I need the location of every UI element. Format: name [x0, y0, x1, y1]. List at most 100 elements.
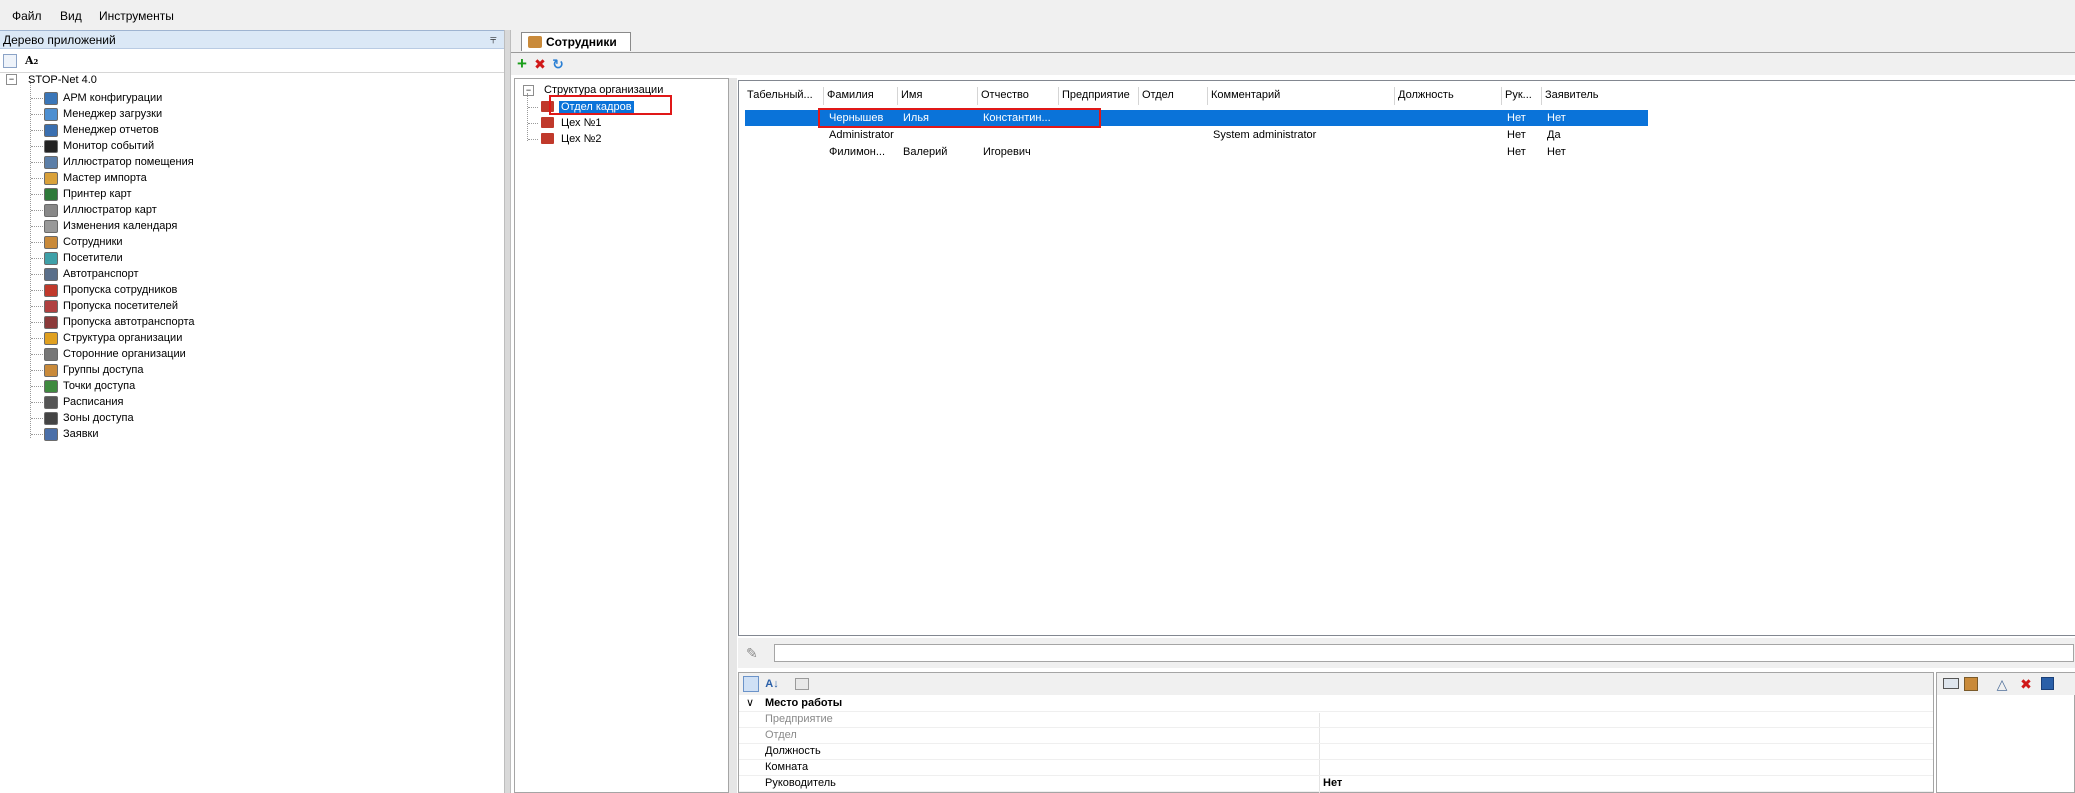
org-tree-item-label: Цех №2: [561, 132, 602, 145]
org-splitter[interactable]: [729, 78, 737, 793]
tree-item-label: Изменения календаря: [63, 220, 178, 232]
property-pages-icon[interactable]: [795, 678, 809, 690]
refresh-icon[interactable]: ↻: [551, 57, 565, 71]
column-separator[interactable]: [1541, 87, 1542, 105]
tree-item-label: Иллюстратор карт: [63, 204, 157, 216]
collapse-org-icon[interactable]: −: [523, 85, 534, 96]
panel-splitter[interactable]: [504, 30, 511, 793]
delete-icon[interactable]: ✖: [533, 57, 547, 71]
card-icon[interactable]: [1943, 678, 1959, 689]
tree-item-label: Пропуска автотранспорта: [63, 316, 195, 328]
column-header[interactable]: Отдел: [1142, 89, 1208, 105]
column-separator[interactable]: [823, 87, 824, 105]
tree-item[interactable]: АРМ конфигурации: [44, 90, 162, 106]
collapse-group-icon[interactable]: ∨: [746, 696, 754, 709]
tree-line: [31, 370, 43, 371]
org-tree-item-label: Цех №1: [561, 116, 602, 129]
properties-grid: A↓ ∨ Место работы Предприятие Отдел Должно…: [738, 672, 1934, 793]
delete-photo-icon[interactable]: ✖: [2019, 677, 2033, 691]
filter-input[interactable]: [774, 644, 2074, 662]
column-separator[interactable]: [1207, 87, 1208, 105]
org-tree-item[interactable]: Цех №2: [541, 131, 604, 146]
column-separator[interactable]: [1058, 87, 1059, 105]
column-header[interactable]: Должность: [1398, 89, 1502, 105]
tree-item[interactable]: Принтер карт: [44, 186, 132, 202]
property-group[interactable]: ∨ Место работы: [739, 695, 1933, 712]
tree-item[interactable]: Посетители: [44, 250, 123, 266]
tree-item[interactable]: Точки доступа: [44, 378, 135, 394]
categorized-icon[interactable]: [743, 676, 759, 692]
tree-item[interactable]: Структура организации: [44, 330, 182, 346]
column-header[interactable]: Отчество: [981, 89, 1059, 105]
table-cell: Нет: [1507, 112, 1526, 124]
column-header[interactable]: Табельный...: [747, 89, 822, 105]
tab-employees[interactable]: Сотрудники: [521, 32, 631, 51]
column-header[interactable]: Фамилия: [827, 89, 897, 105]
tree-item[interactable]: Пропуска посетителей: [44, 298, 178, 314]
property-label: Должность: [765, 745, 821, 757]
menu-tools[interactable]: Инструменты: [99, 9, 174, 23]
column-separator[interactable]: [897, 87, 898, 105]
column-header[interactable]: Предприятие: [1062, 89, 1138, 105]
sort-alpha-button[interactable]: A₂: [25, 54, 38, 67]
tree-item[interactable]: Менеджер загрузки: [44, 106, 162, 122]
column-separator[interactable]: [1394, 87, 1395, 105]
eraser-icon[interactable]: ✎: [746, 645, 758, 662]
collapse-root-icon[interactable]: −: [6, 74, 17, 85]
tree-item[interactable]: Группы доступа: [44, 362, 143, 378]
pin-icon[interactable]: ⫧: [490, 32, 497, 47]
property-value[interactable]: Нет: [1323, 777, 1342, 789]
table-cell: Филимон...: [829, 146, 885, 158]
tree-item[interactable]: Пропуска автотранспорта: [44, 314, 195, 330]
tree-item[interactable]: Пропуска сотрудников: [44, 282, 177, 298]
scanner-icon[interactable]: △: [1995, 677, 2009, 691]
app-icon: [44, 171, 58, 185]
group-title: Место работы: [765, 697, 843, 709]
tree-item[interactable]: Мастер импорта: [44, 170, 147, 186]
highlight-box: [549, 95, 672, 115]
tree-item[interactable]: Монитор событий: [44, 138, 154, 154]
tree-item[interactable]: Заявки: [44, 426, 99, 442]
property-row[interactable]: Предприятие: [739, 711, 1933, 728]
property-row[interactable]: Отдел: [739, 727, 1933, 744]
tree-line: [31, 434, 43, 435]
tree-item[interactable]: Сотрудники: [44, 234, 123, 250]
tree-item-label: Мастер импорта: [63, 172, 147, 184]
expand-tree-icon[interactable]: [3, 54, 17, 68]
tree-item[interactable]: Иллюстратор помещения: [44, 154, 194, 170]
property-label: Предприятие: [765, 713, 833, 725]
tree-item[interactable]: Иллюстратор карт: [44, 202, 157, 218]
property-row[interactable]: Комната: [739, 759, 1933, 776]
column-separator[interactable]: [977, 87, 978, 105]
tree-item[interactable]: Изменения календаря: [44, 218, 177, 234]
menu-file[interactable]: Файл: [12, 9, 42, 23]
photo-icon[interactable]: [1964, 677, 1978, 691]
property-row[interactable]: Руководитель Нет: [739, 775, 1933, 792]
save-icon[interactable]: [2041, 677, 2054, 690]
column-header[interactable]: Комментарий: [1211, 89, 1395, 105]
table-row[interactable]: Administrator System administrator Нет Да: [745, 127, 1648, 143]
tree-item-label: Сотрудники: [63, 236, 123, 248]
property-row[interactable]: Должность: [739, 743, 1933, 760]
column-separator[interactable]: [1138, 87, 1139, 105]
tree-root[interactable]: STOP-Net 4.0: [28, 74, 97, 86]
table-cell: Валерий: [903, 146, 948, 158]
tree-item[interactable]: Менеджер отчетов: [44, 122, 159, 138]
table-row[interactable]: Филимон... Валерий Игоревич Нет Нет: [745, 144, 1648, 160]
org-tree-item[interactable]: Цех №1: [541, 115, 604, 130]
tree-line: [31, 290, 43, 291]
employees-toolbar: + ✖ ↻: [511, 53, 2075, 75]
tree-item[interactable]: Сторонние организации: [44, 346, 186, 362]
tree-item[interactable]: Расписания: [44, 394, 123, 410]
add-icon[interactable]: +: [515, 55, 529, 72]
column-header[interactable]: Рук...: [1505, 89, 1541, 105]
column-header[interactable]: Имя: [901, 89, 977, 105]
sort-alphabetical-icon[interactable]: A↓: [765, 677, 779, 691]
menu-view[interactable]: Вид: [60, 9, 82, 23]
column-header[interactable]: Заявитель: [1545, 89, 1645, 105]
tree-line: [528, 139, 538, 140]
app-icon: [44, 219, 58, 233]
tree-item[interactable]: Автотранспорт: [44, 266, 139, 282]
column-separator[interactable]: [1501, 87, 1502, 105]
tree-item[interactable]: Зоны доступа: [44, 410, 134, 426]
